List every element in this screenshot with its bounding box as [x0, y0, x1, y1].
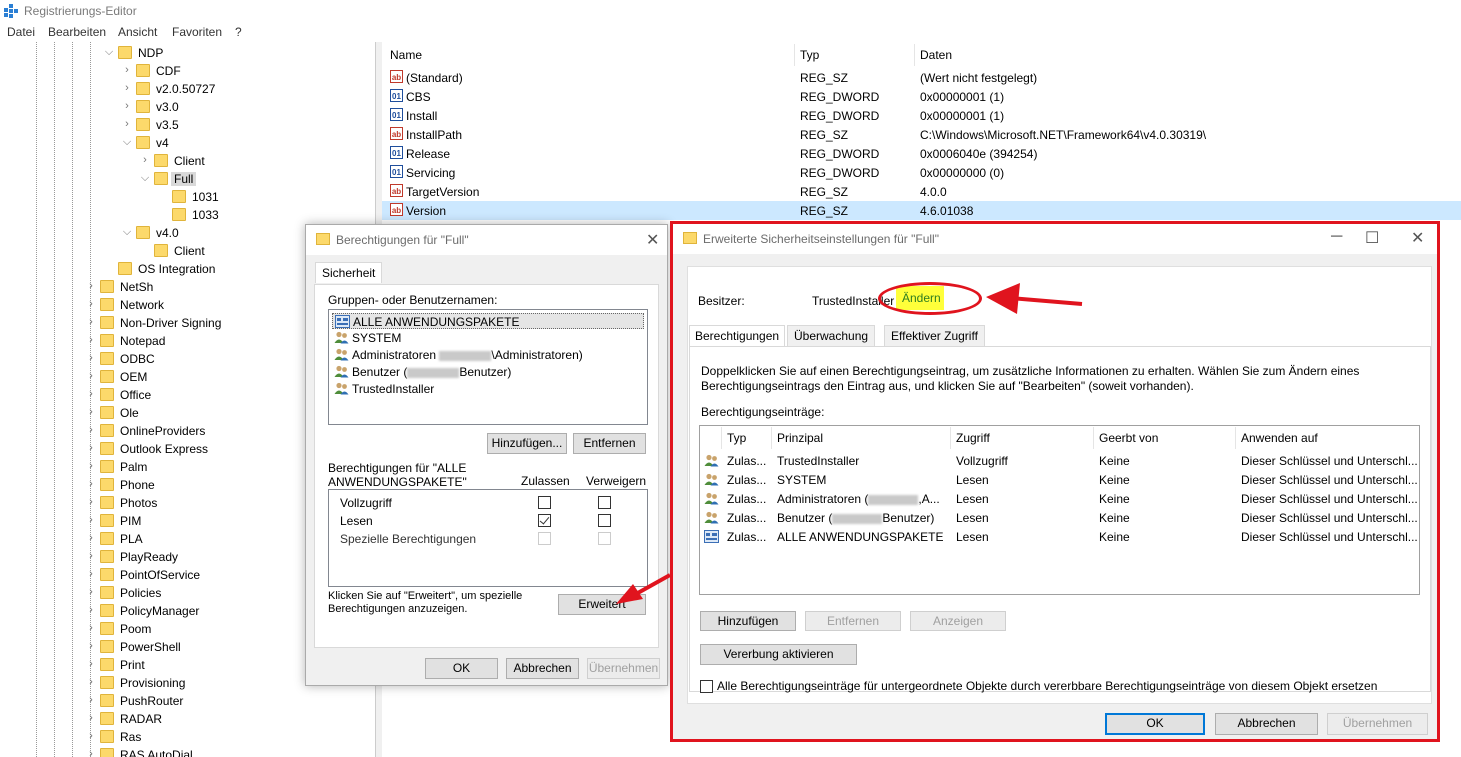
tab-security[interactable]: Sicherheit	[315, 262, 383, 283]
annotation-arrows	[616, 283, 1083, 604]
tab-permissions[interactable]: Berechtigungen	[689, 325, 786, 346]
annotation-arrow-advanced	[635, 573, 671, 596]
annotation-arrow-owner	[1009, 296, 1083, 306]
arrowhead-advanced	[616, 584, 643, 604]
arrowhead-owner	[986, 283, 1020, 314]
